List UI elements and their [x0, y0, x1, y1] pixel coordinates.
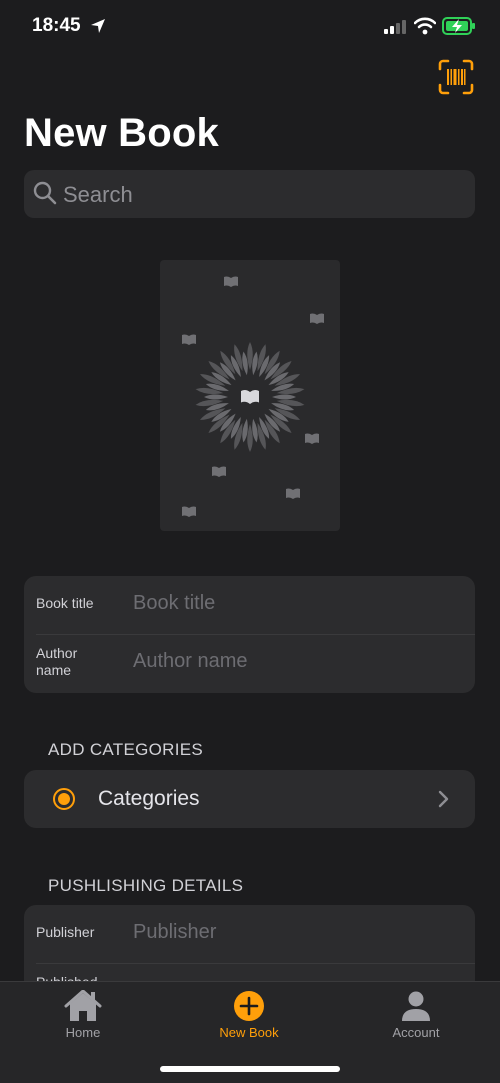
chevron-right-icon — [438, 790, 449, 808]
author-name-row: Author name Author name — [24, 635, 475, 693]
tab-new-book-label: New Book — [219, 1025, 279, 1040]
book-title-row: Book title Book title — [24, 576, 475, 634]
add-categories-header: ADD CATEGORIES — [48, 740, 204, 759]
book-title-label: Book title — [36, 595, 94, 611]
person-icon — [402, 991, 430, 1021]
tab-account-label: Account — [392, 1025, 440, 1040]
page-title: New Book — [24, 111, 219, 155]
author-name-label: Author name — [36, 645, 78, 678]
categories-row[interactable]: Categories — [24, 770, 475, 828]
tab-home-label: Home — [65, 1025, 101, 1040]
cellular-signal-icon — [384, 20, 406, 34]
status-time: 18:45 — [32, 15, 81, 36]
barcode-scan-button[interactable] — [437, 58, 475, 96]
status-bar: 18:45 — [0, 0, 500, 56]
categories-circle-icon — [53, 788, 75, 810]
publishing-details-header: PUSHLISHING DETAILS — [48, 876, 244, 895]
book-cover-art — [182, 276, 324, 517]
location-arrow-icon — [91, 19, 105, 33]
home-indicator — [160, 1066, 340, 1072]
tab-account[interactable]: Account — [333, 982, 499, 1052]
tab-new-book[interactable]: New Book — [166, 982, 332, 1052]
search-icon — [33, 181, 57, 205]
publisher-row: Publisher Publisher — [24, 905, 475, 963]
barcode-scanner-icon — [438, 59, 474, 95]
wifi-icon — [414, 17, 436, 35]
book-cover-placeholder[interactable] — [160, 260, 340, 531]
search-placeholder: Search — [63, 182, 133, 207]
search-field[interactable]: Search — [24, 170, 475, 218]
author-name-input[interactable]: Author name — [133, 650, 248, 673]
categories-label: Categories — [98, 787, 200, 810]
plus-circle-icon — [234, 991, 264, 1021]
tab-home[interactable]: Home — [0, 982, 166, 1052]
book-info-card: Book title Book title Author name Author… — [24, 576, 475, 693]
book-title-input[interactable]: Book title — [133, 592, 215, 615]
house-icon — [64, 990, 102, 1021]
publisher-label: Publisher — [36, 924, 95, 940]
battery-charging-icon — [442, 17, 475, 35]
publisher-input[interactable]: Publisher — [133, 921, 216, 944]
